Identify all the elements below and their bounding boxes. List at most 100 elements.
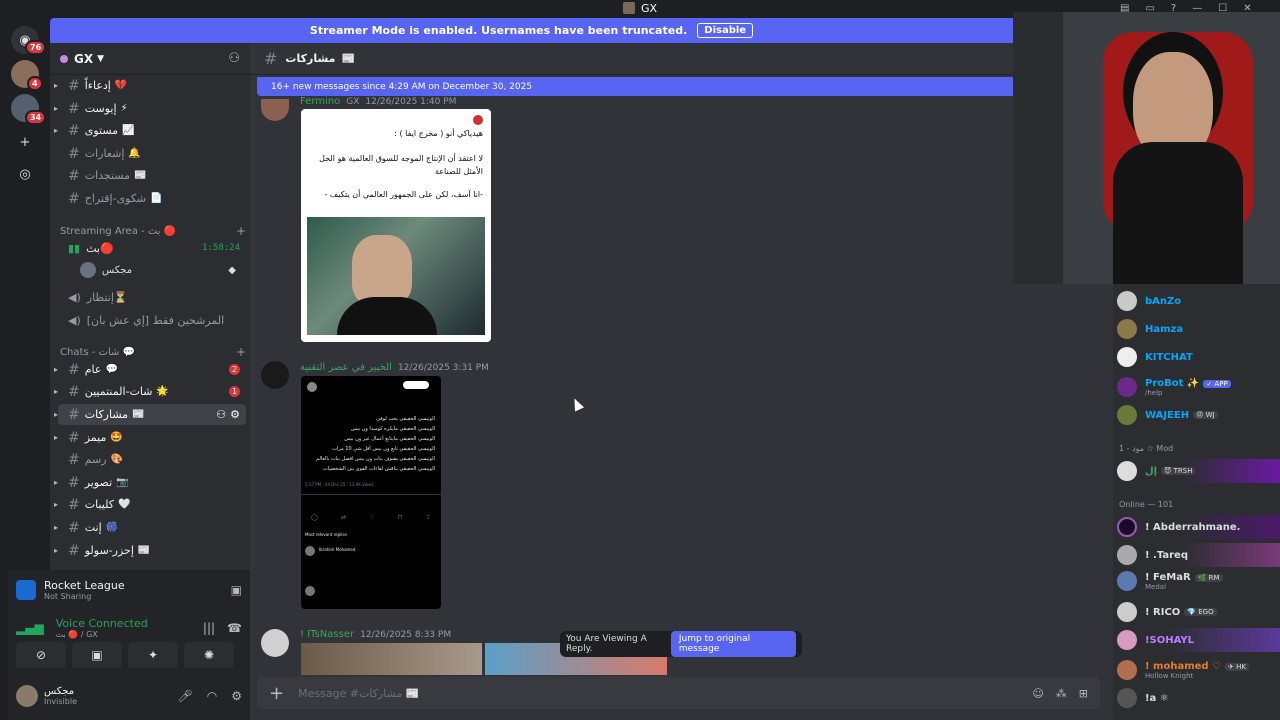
server-folder[interactable]: 34: [11, 94, 47, 125]
plus-icon[interactable]: +: [269, 683, 284, 704]
headphones-icon[interactable]: ◠: [207, 689, 217, 703]
channel-item[interactable]: ▸ # مستوى 📈: [54, 120, 246, 141]
plus-icon[interactable]: +: [11, 128, 39, 156]
avatar: [261, 629, 289, 657]
message-author[interactable]: Fermino: [300, 96, 340, 107]
hash-icon: #: [68, 383, 80, 400]
avatar: [261, 361, 289, 389]
image-attachment[interactable]: [301, 643, 482, 675]
activities-button[interactable]: ✦: [128, 642, 178, 668]
channel-item[interactable]: ▸ # إنت 🎆: [54, 517, 246, 538]
message-composer[interactable]: + Message #مشاركات 📰 ☺ ⁂ ⊞: [257, 677, 1100, 709]
channel-item[interactable]: ▸ # عام 💬 2: [54, 359, 246, 380]
stream-timer: 1:58:24: [202, 243, 240, 253]
tweet-screenshot[interactable]: الونيسي الحقيقي يحب لوفي الونيسي الحقيقي…: [301, 376, 441, 609]
voice-channel[interactable]: ▮▮ بث 🔴 1:58:24: [58, 237, 246, 259]
sticker-icon[interactable]: ⁂: [1056, 687, 1067, 700]
channel-item[interactable]: # رسم 🎨: [58, 449, 246, 470]
hash-icon: #: [68, 519, 80, 536]
channel-item[interactable]: # إشعارات 🔔: [58, 143, 246, 164]
member-item[interactable]: ! .Tareq: [1117, 543, 1280, 567]
message-header: ! ITsNasser 12/26/2025 8:33 PM: [300, 629, 452, 640]
channel-item[interactable]: ▸ # إيوست ⚡: [54, 98, 246, 119]
member-item[interactable]: ! mohamed ♡ ✈ HK Hollow Knight: [1117, 658, 1280, 682]
home-button[interactable]: ◉ 76: [11, 26, 47, 55]
server-header[interactable]: GX ▼ ⚇: [50, 43, 250, 75]
channel-item[interactable]: ▸ # إحزر-سولو 📰: [54, 540, 246, 561]
channel-item[interactable]: ▸ # ميمز 🤩: [54, 427, 246, 448]
new-messages-bar[interactable]: 16+ new messages since 4:29 AM on Decemb…: [257, 77, 1017, 96]
member-item[interactable]: ProBot ✨ ✓ APP/help: [1117, 375, 1280, 399]
soundboard-button[interactable]: ✺: [184, 642, 234, 668]
hash-icon: #: [68, 474, 80, 491]
image-attachment[interactable]: هيدياكي أنو ( مخرج ايفا ) : لا اعتقد أن …: [301, 109, 491, 342]
avatar: [16, 685, 38, 707]
message-author[interactable]: الخبير في عصر التقنية: [300, 362, 392, 373]
avatar: [1117, 377, 1137, 397]
quote-text: هيدياكي أنو ( مخرج ايفا ) : لا اعتقد أن …: [319, 129, 483, 199]
hash-icon: #: [68, 361, 80, 378]
channel-item[interactable]: ▸ # شات-المنتميين 🌟 1: [54, 381, 246, 402]
message-header: Fermino GX 12/26/2025 1:40 PM: [300, 96, 457, 107]
channel-item[interactable]: ▸ # كليبات 🤍: [54, 494, 246, 515]
member-item[interactable]: ! Abderrahmane.: [1117, 515, 1280, 539]
screen-share-button[interactable]: ▣: [72, 642, 122, 668]
hash-icon: #: [68, 451, 80, 468]
disable-button[interactable]: Disable: [697, 23, 754, 38]
apps-icon[interactable]: ⊞: [1079, 687, 1088, 700]
voice-user[interactable]: مجكس ◆: [80, 259, 246, 281]
category-chats[interactable]: Chats - شات 💬 +: [60, 345, 246, 359]
member-item[interactable]: WAJEEH 😠 WJ: [1117, 403, 1280, 427]
member-item[interactable]: ! FeMaR 🌿 RM Medal: [1117, 569, 1280, 593]
member-item[interactable]: !SOHAYL: [1117, 628, 1280, 652]
add-channel-icon[interactable]: +: [236, 345, 246, 359]
server-badge: 4: [27, 76, 43, 91]
server-icon-gx[interactable]: 4: [11, 60, 43, 91]
activity-row[interactable]: Rocket League Not Sharing ▣: [8, 576, 250, 604]
microphone-icon[interactable]: 🎤︎: [178, 689, 193, 703]
member-item[interactable]: KITCHAT: [1117, 345, 1280, 369]
channel-item-active[interactable]: ▸ # مشاركات 📰 ⚇ ⚙: [54, 404, 246, 425]
avatar: [1117, 319, 1137, 339]
member-item[interactable]: إل 😈 TRSH: [1117, 459, 1280, 483]
disconnect-icon[interactable]: ☎: [227, 621, 242, 635]
channel-item[interactable]: ▸ # تصوير 📷: [54, 472, 246, 493]
voice-channel[interactable]: ◀) إنتظار ⏳: [58, 286, 246, 308]
gear-icon[interactable]: ⚙: [231, 689, 242, 703]
member-item[interactable]: bAnZo: [1117, 289, 1280, 313]
invite-icon[interactable]: ⚇: [228, 51, 240, 66]
mention-badge: 1: [229, 386, 240, 397]
message-input[interactable]: Message #مشاركات 📰: [298, 687, 419, 700]
webcam-overlay: [1013, 12, 1280, 284]
message-author[interactable]: ! ITsNasser: [300, 629, 354, 640]
screen-share-icon[interactable]: ▣: [231, 583, 242, 597]
gear-icon[interactable]: ⚙: [230, 408, 240, 421]
channel-header: # مشاركات 📰: [250, 43, 1113, 75]
member-item[interactable]: !a ⚛: [1117, 686, 1280, 710]
reply-notice: You Are Viewing A Reply. Jump to origina…: [560, 631, 802, 657]
hash-icon: #: [68, 167, 80, 184]
emoji-icon[interactable]: ☺: [1032, 687, 1043, 700]
voice-connected-row[interactable]: ▂▄▆ Voice Connected بث 🔴 / GX ||| ☎: [8, 614, 250, 642]
add-channel-icon[interactable]: +: [236, 224, 246, 238]
member-item[interactable]: ! RICO 💎 EGO: [1117, 600, 1280, 624]
noise-suppression-icon[interactable]: |||: [203, 621, 215, 635]
voice-active-icon: ▮▮: [68, 241, 81, 255]
game-icon: ◆: [228, 264, 236, 276]
avatar: [1117, 517, 1137, 537]
hash-icon: #: [264, 49, 278, 68]
voice-channel[interactable]: ◀) المرشحين فقط [إي عش بان]: [58, 309, 246, 331]
camera-off-button[interactable]: ⊘: [16, 642, 66, 668]
compass-icon[interactable]: ◎: [11, 160, 39, 188]
channel-item[interactable]: ▸ # إدعاءاً 💔: [54, 75, 246, 96]
add-member-icon[interactable]: ⚇: [216, 408, 226, 421]
channel-item[interactable]: # مستجدات 📰: [58, 165, 246, 186]
channel-item[interactable]: # شكوى-إقتراح 📄: [58, 188, 246, 209]
jump-to-original-button[interactable]: Jump to original message: [670, 631, 796, 657]
hash-icon: #: [68, 145, 80, 162]
signal-icon: ▂▄▆: [16, 621, 44, 635]
category-streaming[interactable]: Streaming Area - بث 🔴 +: [60, 224, 246, 238]
user-info[interactable]: مجكس Invisible 🎤︎ ◠ ⚙: [8, 680, 250, 712]
avatar: [80, 262, 96, 278]
member-item[interactable]: Hamza: [1117, 317, 1280, 341]
